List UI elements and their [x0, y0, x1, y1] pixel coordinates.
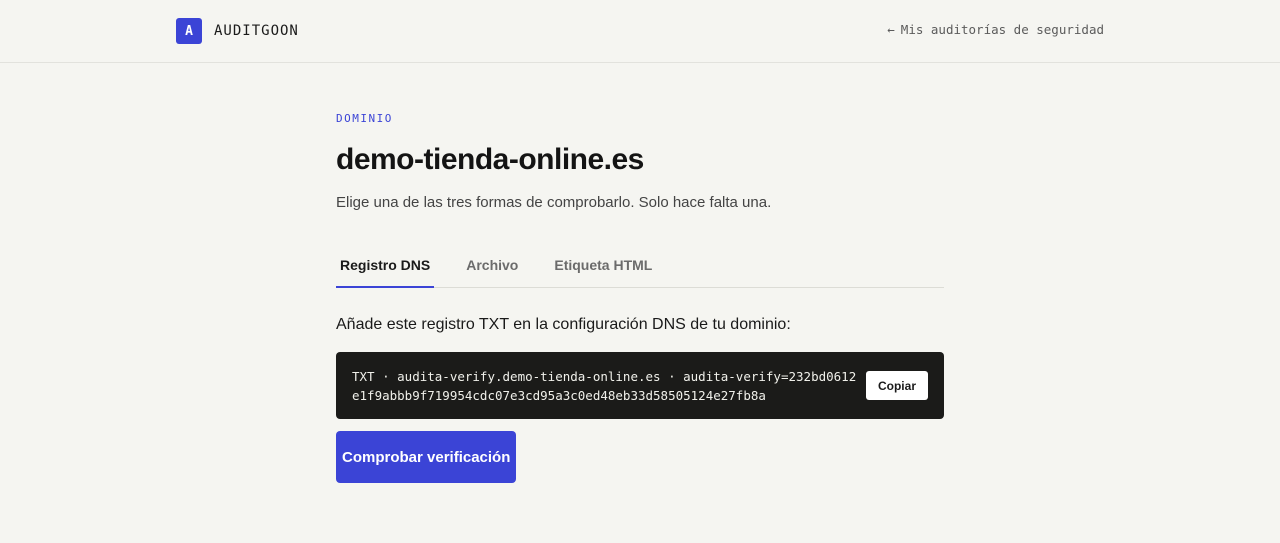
page-subtitle: Elige una de las tres formas de comproba… — [336, 194, 772, 211]
method-tabs: Registro DNS Archivo Etiqueta HTML — [336, 252, 944, 288]
top-bar: A AUDITGOON ← Mis auditorías de segurida… — [0, 0, 1280, 63]
tab-html-tag[interactable]: Etiqueta HTML — [550, 252, 656, 287]
brand-name: AUDITGOON — [214, 23, 299, 39]
txt-record-box: TXT · audita-verify.demo-tienda-online.e… — [336, 352, 944, 419]
back-link-label: Mis auditorías de seguridad — [900, 22, 1104, 37]
logo-icon: A — [176, 18, 202, 44]
dns-instruction: Añade este registro TXT en la configurac… — [336, 316, 791, 333]
tab-dns-record[interactable]: Registro DNS — [336, 252, 435, 288]
back-to-audits-link[interactable]: ← Mis auditorías de seguridad — [887, 22, 1104, 37]
verification-panel: DOMINIO demo-tienda-online.es Elige una … — [336, 112, 944, 483]
page-title: demo-tienda-online.es — [336, 143, 644, 176]
check-verification-button[interactable]: Comprobar verificación — [336, 431, 517, 483]
tab-file[interactable]: Archivo — [462, 252, 522, 287]
arrow-left-icon: ← — [887, 22, 895, 37]
txt-record-value[interactable]: TXT · audita-verify.demo-tienda-online.e… — [352, 367, 857, 405]
brand[interactable]: A AUDITGOON — [176, 18, 299, 44]
copy-button[interactable]: Copiar — [865, 371, 928, 400]
domain-eyebrow: DOMINIO — [336, 112, 393, 125]
